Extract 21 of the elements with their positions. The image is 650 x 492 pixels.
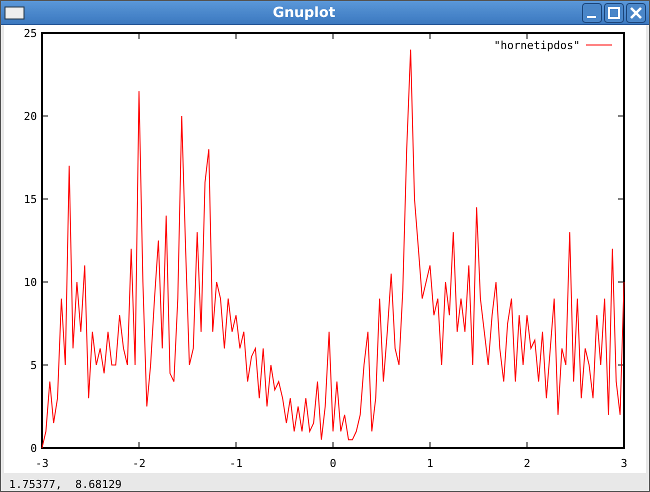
close-icon[interactable] [626,2,646,22]
x-tick-label: -3 [35,457,49,470]
y-tick-label: 0 [30,442,37,455]
window-title: Gnuplot [272,4,336,20]
maximize-icon[interactable] [604,2,624,22]
y-tick-label: 15 [24,193,37,206]
window-menu-icon[interactable] [4,4,26,20]
x-tick-label: 3 [620,457,628,470]
y-tick-label: 25 [24,27,37,40]
y-tick-label: 5 [30,359,37,372]
x-tick-label: 1 [426,457,434,470]
x-tick-label: -1 [229,457,243,470]
y-tick-label: 10 [24,276,37,289]
x-tick-label: 0 [330,457,336,470]
status-text: 1.75377, 8.68129 [8,477,123,491]
x-tick-label: 2 [524,457,530,470]
x-tick-label: -2 [132,457,146,470]
y-tick-label: 20 [24,110,37,123]
legend-label: "hornetipdos" [494,39,580,52]
minimize-icon[interactable] [582,2,602,22]
legend-line [586,44,612,46]
